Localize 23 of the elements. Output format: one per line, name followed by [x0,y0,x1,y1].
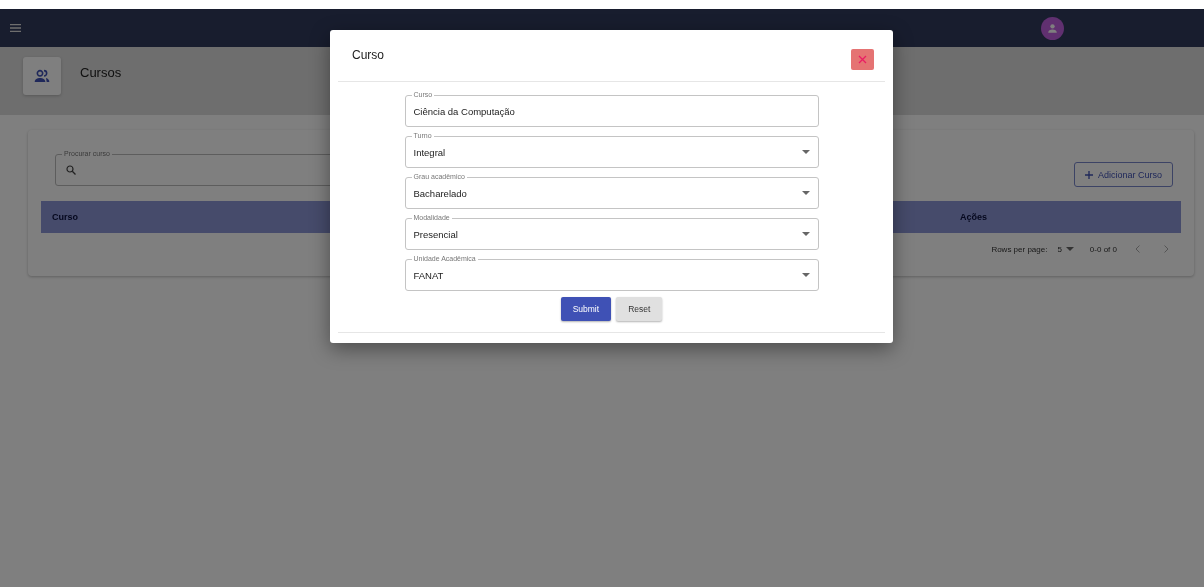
next-page-icon[interactable] [1164,245,1169,253]
dropdown-caret-icon [801,273,810,277]
search-icon [66,164,76,175]
menu-icon[interactable] [10,24,21,32]
close-icon [858,55,867,64]
rows-per-page-label: Rows per page: [991,244,1048,254]
dropdown-caret-icon [801,191,810,195]
column-header: Ações [960,212,988,222]
people-icon [23,57,61,95]
dropdown-caret-icon [801,150,810,154]
reset-button[interactable]: Reset [616,297,663,321]
close-button[interactable] [851,49,874,70]
page-title: Cursos [80,65,122,80]
rows-per-page-select[interactable]: 5 [1057,244,1074,254]
add-course-button[interactable]: Adicionar Curso [1073,162,1173,187]
previous-page-icon[interactable] [1135,245,1140,253]
avatar-icon[interactable] [1041,16,1064,40]
plus-icon [1084,170,1093,179]
page-range: 0-0 of 0 [1089,244,1117,254]
dropdown-caret-icon [1065,247,1074,251]
column-header: Curso [52,212,78,222]
dialog-title: Curso [352,48,384,64]
submit-button[interactable]: Submit [560,297,612,321]
